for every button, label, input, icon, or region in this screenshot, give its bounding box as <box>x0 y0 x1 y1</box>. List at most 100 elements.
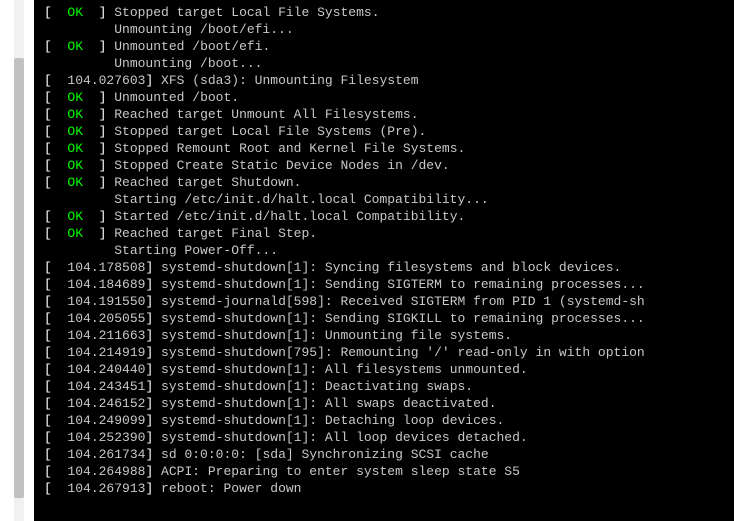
console-message: Stopped Remount Root and Kernel File Sys… <box>106 141 465 156</box>
bracket-open: [ <box>44 260 52 275</box>
console-message: systemd-shutdown[795]: Remounting '/' re… <box>153 345 644 360</box>
kernel-timestamp: 104.264988 <box>52 464 146 479</box>
kernel-timestamp: 104.211663 <box>52 328 146 343</box>
bracket-open: [ <box>44 413 52 428</box>
scrollbar-thumb[interactable] <box>14 58 24 498</box>
bracket-open: [ <box>44 124 52 139</box>
console-line: [ 104.214919] systemd-shutdown[795]: Rem… <box>44 344 730 361</box>
bracket-open: [ <box>44 73 52 88</box>
console-line: [ OK ] Unmounted /boot/efi. <box>44 38 730 55</box>
ok-status: OK <box>67 124 83 139</box>
kernel-timestamp: 104.178508 <box>52 260 146 275</box>
console-message: ACPI: Preparing to enter system sleep st… <box>153 464 520 479</box>
console-message: reboot: Power down <box>153 481 301 496</box>
kernel-timestamp: 104.205055 <box>52 311 146 326</box>
console-line: [ 104.267913] reboot: Power down <box>44 480 730 497</box>
console-message: systemd-shutdown[1]: Sending SIGKILL to … <box>153 311 644 326</box>
bracket-open: [ <box>44 379 52 394</box>
bracket-open: [ <box>44 5 52 20</box>
kernel-timestamp: 104.184689 <box>52 277 146 292</box>
bracket-open: [ <box>44 90 52 105</box>
console-line: Unmounting /boot... <box>44 55 730 72</box>
ok-status: OK <box>67 107 83 122</box>
console-line: [ 104.246152] systemd-shutdown[1]: All s… <box>44 395 730 412</box>
kernel-timestamp: 104.249099 <box>52 413 146 428</box>
bracket-open: [ <box>44 447 52 462</box>
console-line: [ 104.027603] XFS (sda3): Unmounting Fil… <box>44 72 730 89</box>
console-message: Started /etc/init.d/halt.local Compatibi… <box>106 209 465 224</box>
console-message: Stopped target Local File Systems. <box>106 5 379 20</box>
console-message: systemd-shutdown[1]: All filesystems unm… <box>153 362 527 377</box>
console-message: Reached target Unmount All Filesystems. <box>106 107 418 122</box>
console-message: Unmounting /boot/efi... <box>44 22 294 37</box>
console-message: Reached target Final Step. <box>106 226 317 241</box>
console-message: Stopped Create Static Device Nodes in /d… <box>106 158 449 173</box>
bracket-open: [ <box>44 430 52 445</box>
console-message: systemd-shutdown[1]: Syncing filesystems… <box>153 260 621 275</box>
console-line: [ OK ] Stopped Create Static Device Node… <box>44 157 730 174</box>
console-line: [ OK ] Stopped Remount Root and Kernel F… <box>44 140 730 157</box>
ok-status: OK <box>67 5 83 20</box>
console-line: [ 104.261734] sd 0:0:0:0: [sda] Synchron… <box>44 446 730 463</box>
console-line: [ 104.178508] systemd-shutdown[1]: Synci… <box>44 259 730 276</box>
bracket-open: [ <box>44 158 52 173</box>
kernel-timestamp: 104.261734 <box>52 447 146 462</box>
bracket-open: [ <box>44 396 52 411</box>
console-line: [ 104.184689] systemd-shutdown[1]: Sendi… <box>44 276 730 293</box>
console-line: [ 104.205055] systemd-shutdown[1]: Sendi… <box>44 310 730 327</box>
console-line: [ 104.249099] systemd-shutdown[1]: Detac… <box>44 412 730 429</box>
console-message: Starting /etc/init.d/halt.local Compatib… <box>44 192 489 207</box>
console-message: systemd-shutdown[1]: Sending SIGTERM to … <box>153 277 644 292</box>
console-message: XFS (sda3): Unmounting Filesystem <box>153 73 418 88</box>
kernel-timestamp: 104.252390 <box>52 430 146 445</box>
console-line: [ OK ] Unmounted /boot. <box>44 89 730 106</box>
kernel-timestamp: 104.267913 <box>52 481 146 496</box>
console-message: systemd-shutdown[1]: Detaching loop devi… <box>153 413 504 428</box>
bracket-open: [ <box>44 311 52 326</box>
ok-status: OK <box>67 209 83 224</box>
bracket-open: [ <box>44 464 52 479</box>
bracket-open: [ <box>44 39 52 54</box>
bracket-open: [ <box>44 209 52 224</box>
console-line: Unmounting /boot/efi... <box>44 21 730 38</box>
kernel-timestamp: 104.191550 <box>52 294 146 309</box>
bracket-open: [ <box>44 107 52 122</box>
console-line: [ 104.243451] systemd-shutdown[1]: Deact… <box>44 378 730 395</box>
console-message: Starting Power-Off... <box>44 243 278 258</box>
console-line: [ OK ] Started /etc/init.d/halt.local Co… <box>44 208 730 225</box>
ok-status: OK <box>67 226 83 241</box>
console-output: [ OK ] Stopped target Local File Systems… <box>34 0 734 521</box>
ok-status: OK <box>67 141 83 156</box>
console-line: [ 104.240440] systemd-shutdown[1]: All f… <box>44 361 730 378</box>
console-message: systemd-journald[598]: Received SIGTERM … <box>153 294 644 309</box>
console-line: [ OK ] Stopped target Local File Systems… <box>44 4 730 21</box>
kernel-timestamp: 104.214919 <box>52 345 146 360</box>
console-message: systemd-shutdown[1]: Unmounting file sys… <box>153 328 512 343</box>
console-message: Stopped target Local File Systems (Pre). <box>106 124 426 139</box>
kernel-timestamp: 104.240440 <box>52 362 146 377</box>
console-line: [ 104.252390] systemd-shutdown[1]: All l… <box>44 429 730 446</box>
bracket-open: [ <box>44 481 52 496</box>
console-line: Starting /etc/init.d/halt.local Compatib… <box>44 191 730 208</box>
bracket-open: [ <box>44 141 52 156</box>
console-message: Unmounted /boot/efi. <box>106 39 270 54</box>
kernel-timestamp: 104.243451 <box>52 379 146 394</box>
console-message: systemd-shutdown[1]: Deactivating swaps. <box>153 379 473 394</box>
console-line: [ OK ] Reached target Unmount All Filesy… <box>44 106 730 123</box>
console-line: [ OK ] Reached target Shutdown. <box>44 174 730 191</box>
console-message: systemd-shutdown[1]: All loop devices de… <box>153 430 527 445</box>
bracket-open: [ <box>44 345 52 360</box>
viewport: [ OK ] Stopped target Local File Systems… <box>0 0 734 521</box>
kernel-timestamp: 104.027603 <box>52 73 146 88</box>
console-message: Unmounting /boot... <box>44 56 262 71</box>
console-message: Reached target Shutdown. <box>106 175 301 190</box>
console-line: [ OK ] Stopped target Local File Systems… <box>44 123 730 140</box>
ok-status: OK <box>67 90 83 105</box>
console-line: Starting Power-Off... <box>44 242 730 259</box>
console-message: Unmounted /boot. <box>106 90 239 105</box>
bracket-open: [ <box>44 362 52 377</box>
console-line: [ OK ] Reached target Final Step. <box>44 225 730 242</box>
kernel-timestamp: 104.246152 <box>52 396 146 411</box>
bracket-open: [ <box>44 294 52 309</box>
console-line: [ 104.191550] systemd-journald[598]: Rec… <box>44 293 730 310</box>
